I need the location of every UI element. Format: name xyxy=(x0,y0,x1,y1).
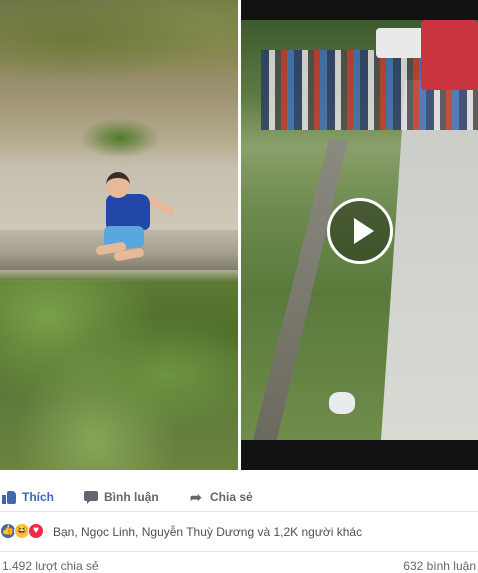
comment-count[interactable]: 632 bình luận xyxy=(403,559,476,573)
share-count[interactable]: 1.492 lượt chia sẻ xyxy=(2,559,99,573)
reaction-icons[interactable]: 👍 😆 ♥ xyxy=(0,523,50,541)
post-video[interactable] xyxy=(241,0,478,470)
post-photo[interactable] xyxy=(0,0,238,470)
comment-icon xyxy=(84,490,98,504)
thumbs-up-icon xyxy=(2,490,16,504)
share-arrow-icon: ➦ xyxy=(190,488,202,505)
play-button[interactable] xyxy=(327,198,393,264)
post-stats: 1.492 lượt chia sẻ 632 bình luận xyxy=(0,556,478,573)
comment-button[interactable]: Bình luận xyxy=(84,485,159,509)
post-action-bar: Thích Bình luận ➦ Chia sẻ xyxy=(0,482,478,512)
love-icon: ♥ xyxy=(28,523,44,539)
comment-label: Bình luận xyxy=(104,489,159,504)
child-figure xyxy=(92,168,182,268)
reaction-summary[interactable]: Bạn, Ngọc Linh, Nguyễn Thuỳ Dương và 1,2… xyxy=(53,525,362,539)
reactions-row[interactable]: 👍 😆 ♥ Bạn, Ngọc Linh, Nguyễn Thuỳ Dương … xyxy=(0,512,478,552)
share-button[interactable]: ➦ Chia sẻ xyxy=(190,485,253,509)
play-icon xyxy=(354,218,374,244)
like-label: Thích xyxy=(22,489,54,504)
share-label: Chia sẻ xyxy=(210,489,253,504)
post-media xyxy=(0,0,478,472)
like-button[interactable]: Thích xyxy=(2,485,54,509)
